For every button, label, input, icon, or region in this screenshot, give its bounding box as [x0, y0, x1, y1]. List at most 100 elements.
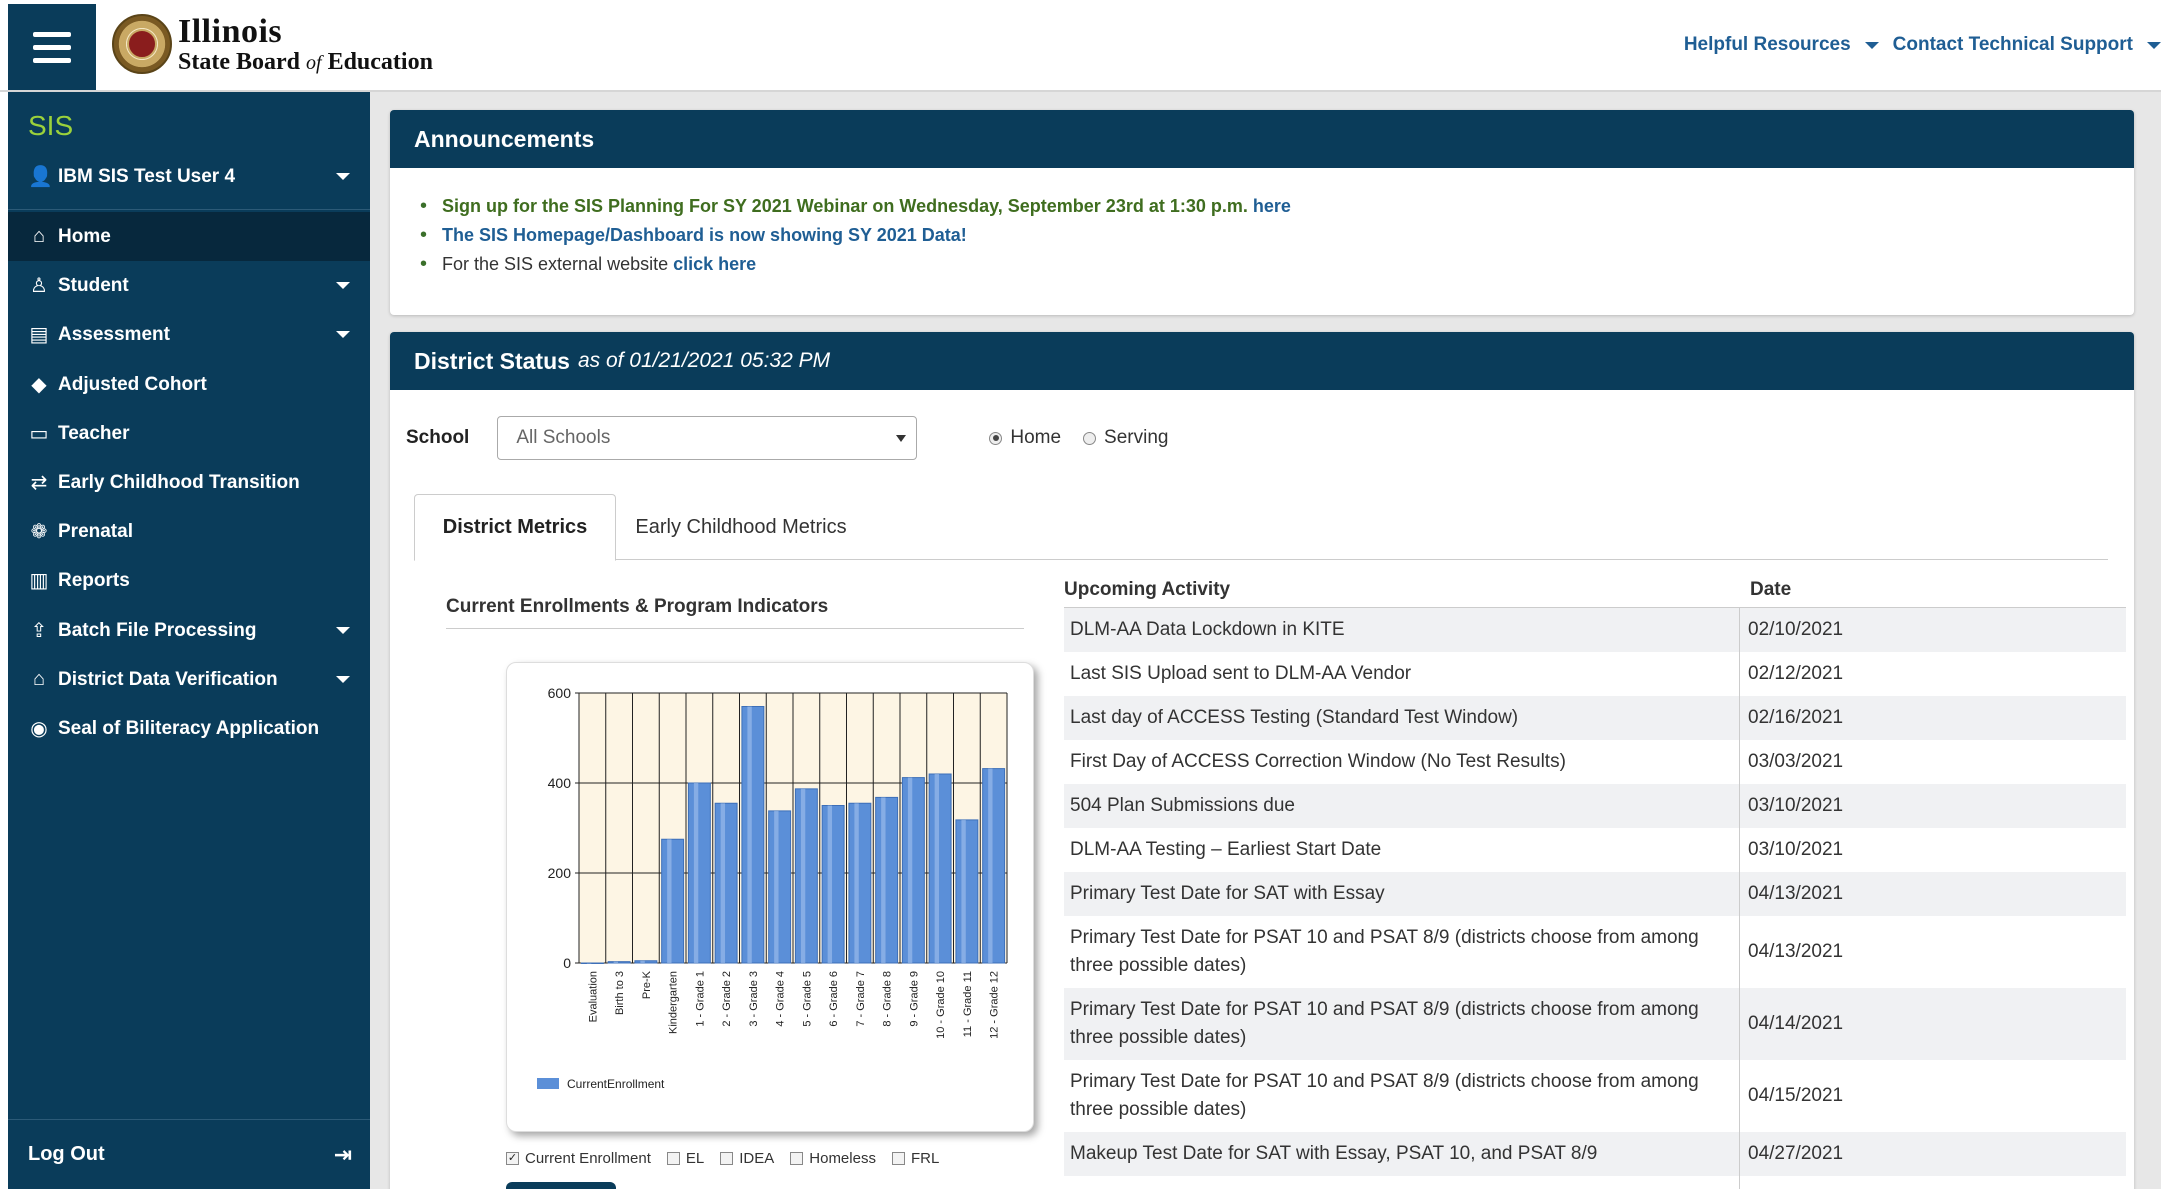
activity-cell: DLM-AA Testing – Earliest Start Date	[1064, 828, 1740, 872]
sidebar-item-prenatal[interactable]: ❁ Prenatal	[8, 507, 370, 556]
chevron-down-icon	[336, 676, 350, 683]
checkbox-homeless[interactable]: Homeless	[790, 1150, 876, 1167]
activity-cell: Last day of ACCESS Testing (Standard Tes…	[1064, 696, 1740, 740]
sidebar-item-teacher[interactable]: ▭ Teacher	[8, 409, 370, 458]
logout-button[interactable]: Log Out ⇥	[8, 1119, 370, 1189]
x-tick-label: 7 - Grade 7	[855, 971, 867, 1027]
legend-swatch	[537, 1078, 559, 1089]
metrics-tabs: District Metrics Early Childhood Metrics	[414, 494, 2108, 561]
x-tick-label: 12 - Grade 12	[989, 971, 1001, 1039]
activity-cell: Primary Test Date for PSAT 10 and PSAT 8…	[1064, 988, 1740, 1060]
sidebar-item-adjusted-cohort[interactable]: ◆ Adjusted Cohort	[8, 360, 370, 409]
sidebar-item-district-data-verification[interactable]: ⌂ District Data Verification	[8, 655, 370, 704]
exchange-arrows-icon: ⇄	[30, 472, 48, 494]
chevron-down-icon	[896, 435, 907, 442]
upload-icon: ⇪	[30, 620, 48, 642]
enrollment-chart-svg: 0 200 400 600 Evaluation Birth to 3 Pre-K Kinde…	[537, 685, 1008, 1091]
school-building-icon: ⌂	[32, 668, 46, 690]
external-website-link[interactable]: click here	[673, 254, 756, 274]
chart-bar	[634, 960, 658, 964]
announcement-item: Sign up for the SIS Planning For SY 2021…	[420, 192, 2134, 221]
sidebar-user-menu[interactable]: 👤 IBM SIS Test User 4	[8, 144, 370, 210]
chart-bar	[741, 706, 765, 964]
logo-line-illinois: Illinois	[178, 12, 283, 50]
date-cell: 04/13/2021	[1748, 941, 1844, 962]
checkbox-el[interactable]: EL	[666, 1150, 704, 1167]
chevron-down-icon	[1864, 41, 1879, 49]
chart-bar-highlight	[640, 960, 645, 963]
home-icon: ⌂	[32, 225, 46, 247]
y-tick-label: 600	[548, 685, 572, 701]
announcement-here-link[interactable]: here	[1253, 196, 1291, 216]
x-tick-label: Pre-K	[641, 970, 653, 999]
activity-table-header: Upcoming Activity Date	[1064, 572, 2126, 608]
date-cell: 04/27/2021	[1748, 1143, 1844, 1164]
x-tick-label: 5 - Grade 5	[801, 971, 813, 1027]
activity-cell: Makeup Test Date for SAT with Essay, PSA…	[1064, 1132, 1740, 1176]
activity-cell: EL Data due for Population of eGMS Ceili…	[1064, 1176, 1740, 1189]
sidebar-item-home[interactable]: ⌂ Home	[8, 212, 370, 261]
user-icon: 👤	[28, 166, 53, 188]
main-content: Announcements Sign up for the SIS Planni…	[370, 92, 2161, 1189]
chart-bar-highlight	[881, 797, 886, 963]
chart-bar	[848, 802, 872, 964]
tab-early-childhood-metrics[interactable]: Early Childhood Metrics	[616, 494, 866, 560]
chevron-down-icon	[336, 331, 350, 338]
activity-cell: 504 Plan Submissions due	[1064, 784, 1740, 828]
chart-bar-highlight	[988, 768, 993, 963]
activity-cell: Primary Test Date for PSAT 10 and PSAT 8…	[1064, 916, 1740, 988]
sidebar-item-reports[interactable]: ▥ Reports	[8, 556, 370, 605]
chart-bar-highlight	[907, 777, 913, 963]
sidebar-item-seal-of-biliteracy-application[interactable]: ◉ Seal of Biliteracy Application	[8, 704, 370, 753]
table-row: First Day of ACCESS Correction Window (N…	[1064, 740, 2126, 784]
legend-label: CurrentEnrollment	[567, 1077, 665, 1091]
announcement-item[interactable]: The SIS Homepage/Dashboard is now showin…	[420, 221, 2134, 250]
checkbox-idea[interactable]: IDEA	[720, 1150, 774, 1167]
x-tick-label: 9 - Grade 9	[908, 971, 920, 1027]
sidebar-item-label: District Data Verification	[58, 668, 278, 690]
logout-label: Log Out	[28, 1143, 105, 1165]
chart-bar	[821, 805, 845, 964]
date-cell: 03/03/2021	[1748, 751, 1844, 772]
chart-bar	[607, 961, 631, 964]
sidebar-item-batch-file-processing[interactable]: ⇪ Batch File Processing	[8, 606, 370, 655]
table-row: Last SIS Upload sent to DLM-AA Vendor 02/…	[1064, 652, 2126, 696]
sidebar: SIS 👤 IBM SIS Test User 4 ⌂ Home ♙ Student ▤…	[8, 92, 370, 1189]
sidebar-item-student[interactable]: ♙ Student	[8, 261, 370, 310]
apply-button[interactable]	[506, 1182, 616, 1189]
contact-technical-support-link[interactable]: Contact Technical Support	[1893, 34, 2161, 56]
enrollment-chart: 0 200 400 600 Evaluation Birth to 3 Pre-K Kinde…	[506, 662, 1034, 1132]
globe-icon: ◉	[30, 718, 48, 740]
radio-home[interactable]: Home	[989, 427, 1061, 449]
sidebar-item-label: Home	[58, 225, 111, 247]
state-seal-icon	[112, 14, 172, 74]
isbe-logo[interactable]: Illinois State Board of Education	[112, 14, 433, 74]
logo-line-state-board: State Board of Education	[178, 48, 433, 75]
sidebar-item-label: Prenatal	[58, 520, 133, 542]
date-cell: 04/15/2021	[1748, 1085, 1844, 1106]
school-select[interactable]: All Schools	[497, 416, 918, 460]
tab-district-metrics[interactable]: District Metrics	[414, 494, 616, 561]
chart-bar-highlight	[693, 783, 699, 963]
sidebar-item-early-childhood-transition[interactable]: ⇄ Early Childhood Transition	[8, 458, 370, 507]
district-status-timestamp: as of 01/21/2021 05:32 PM	[577, 349, 831, 372]
sidebar-item-label: Batch File Processing	[58, 619, 257, 641]
table-row: Makeup Test Date for SAT with Essay, PSA…	[1064, 1132, 2126, 1176]
sidebar-item-label: Teacher	[58, 422, 130, 444]
sidebar-item-assessment[interactable]: ▤ Assessment	[8, 310, 370, 359]
district-status-header: District Status as of 01/21/2021 05:32 P…	[390, 332, 2134, 390]
chart-bar-highlight	[613, 961, 619, 963]
table-row: 504 Plan Submissions due 03/10/2021	[1064, 784, 2126, 828]
chart-bar-highlight	[800, 788, 806, 963]
helpful-resources-link[interactable]: Helpful Resources	[1684, 34, 1879, 56]
table-row: Primary Test Date for PSAT 10 and PSAT 8…	[1064, 1060, 2126, 1132]
radio-serving[interactable]: Serving	[1083, 427, 1168, 449]
x-tick-label: 3 - Grade 3	[748, 971, 760, 1027]
x-tick-label: 4 - Grade 4	[775, 971, 787, 1027]
hamburger-menu-icon[interactable]	[8, 4, 96, 90]
bar-chart-icon: ▥	[29, 570, 49, 592]
checkbox-current-enrollment[interactable]: ✓ Current Enrollment	[506, 1150, 651, 1167]
checkbox-frl[interactable]: FRL	[891, 1150, 939, 1167]
baby-icon: ❁	[30, 521, 48, 543]
x-tick-label: 6 - Grade 6	[828, 971, 840, 1027]
